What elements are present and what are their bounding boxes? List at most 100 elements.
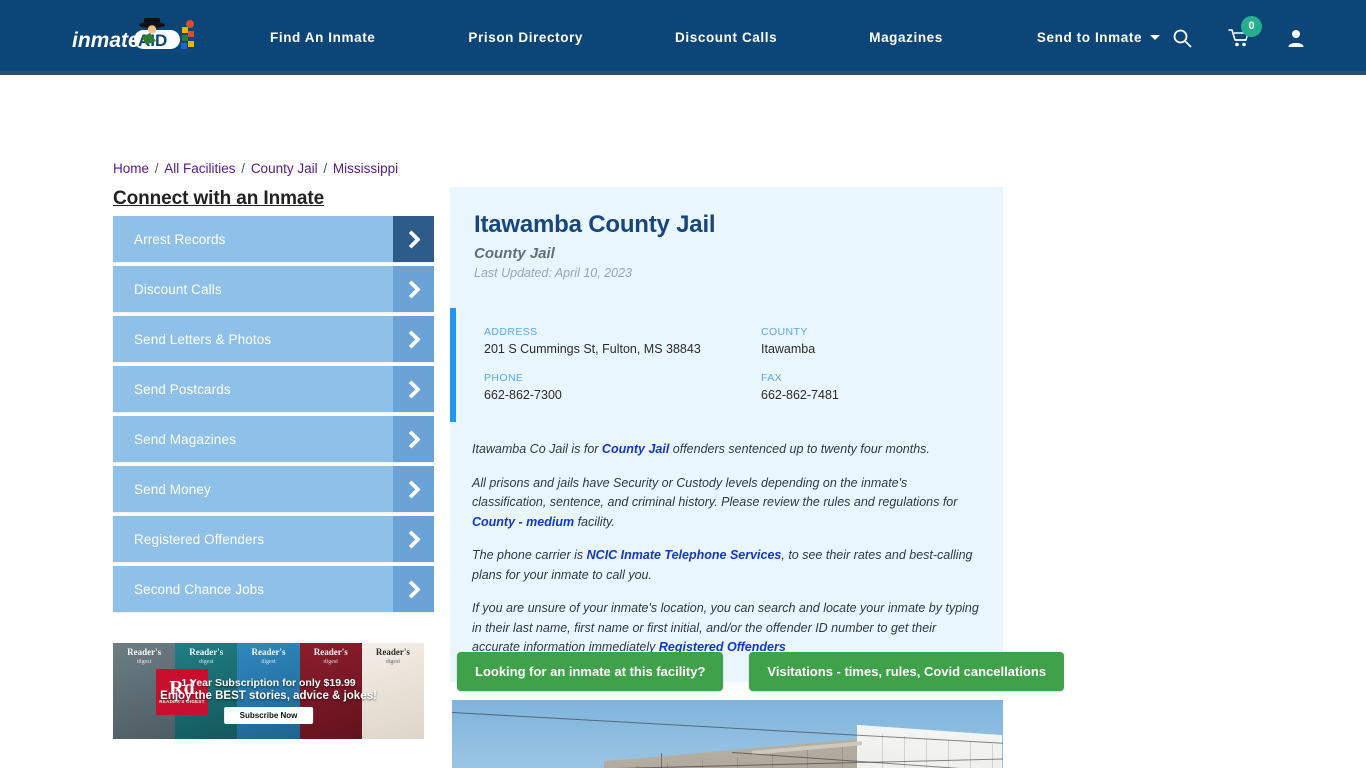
paragraph: All prisons and jails have Security or C… [472,475,958,529]
info-value: 201 S Cummings St, Fulton, MS 38843 [484,342,701,356]
info-label: COUNTY [761,326,808,338]
nav-item-prison-directory[interactable]: Prison Directory [446,30,605,45]
ad-cover-subtitle: digest [323,659,338,665]
inline-link[interactable]: County - medium [472,515,574,529]
breadcrumb-item-county-jail[interactable]: County Jail [251,161,318,176]
inmateaid-mascot-logo-icon: inmate AID [72,18,194,52]
facility-header: Itawamba County Jail County Jail Last Up… [450,187,1003,284]
ad-subheadline: Enjoy the BEST stories, advice & jokes! [160,690,377,702]
sidebar-item-label: Second Chance Jobs [134,581,265,597]
ad-cover-title: Reader's [251,647,286,657]
facility-type: County Jail [474,245,555,262]
account-button[interactable] [1286,28,1306,48]
photo-wall-panels [452,700,1003,768]
sidebar-item-label: Send Letters & Photos [134,331,272,347]
cart-button[interactable]: 0 [1228,15,1262,48]
facility-info-box: ADDRESS 201 S Cummings St, Fulton, MS 38… [450,308,979,422]
info-value: 662-862-7481 [761,388,839,402]
facility-description: Itawamba Co Jail is for County Jail offe… [450,422,1003,682]
site-header: inmate AID Find An Inmate Prison Directo… [0,0,1366,75]
sidebar-item-label: Arrest Records [134,231,226,247]
sidebar-item-label: Registered Offenders [134,531,265,547]
info-value: Itawamba [761,342,816,356]
ad-cover-title: Reader's [375,647,410,657]
facility-card: Itawamba County Jail County Jail Last Up… [450,187,1003,682]
chevron-down-icon [1150,35,1161,40]
ad-cover-subtitle: digest [261,659,276,665]
last-updated: Last Updated: April 10, 2023 [474,266,632,280]
page-title: Itawamba County Jail [474,211,716,238]
sidebar-item-label: Send Money [134,481,211,497]
sidebar-item-registered-offenders[interactable]: Registered Offenders [113,516,434,562]
nav-label: Magazines [869,30,943,45]
info-label: ADDRESS [484,326,538,338]
info-cell-phone: PHONE 662-862-7300 [484,372,761,402]
sidebar-item-second-chance-jobs[interactable]: Second Chance Jobs [113,566,434,612]
ad-cover-title: Reader's [189,647,224,657]
paragraph: If you are unsure of your inmate's locat… [472,601,979,654]
info-label: FAX [761,372,783,384]
sidebar-item-send-money[interactable]: Send Money [113,466,434,512]
info-cell-fax: FAX 662-862-7481 [761,372,979,402]
nav-label: Find An Inmate [270,30,376,45]
ad-subscribe-button[interactable]: Subscribe Now [223,707,314,724]
nav-item-find-an-inmate[interactable]: Find An Inmate [250,30,397,45]
breadcrumb-separator: / [319,161,331,176]
ad-cover-title: Reader's [313,647,348,657]
main-navigation: Find An Inmate Prison Directory Discount… [250,0,1182,75]
sidebar-item-send-postcards[interactable]: Send Postcards [113,366,434,412]
sidebar-item-send-letters-photos[interactable]: Send Letters & Photos [113,316,434,362]
chevron-right-icon [393,516,434,562]
nav-label: Send to Inmate [1036,30,1143,45]
info-cell-county: COUNTY Itawamba [761,326,979,356]
search-icon [1173,29,1192,47]
inline-link[interactable]: County Jail [602,442,669,456]
chevron-right-icon [393,466,434,512]
breadcrumb-item-home[interactable]: Home [113,161,149,176]
ad-cover-subtitle: digest [136,659,152,665]
chevron-right-icon [393,366,434,412]
sidebar-menu: Arrest Records Discount Calls Send Lette… [113,216,434,616]
nav-item-magazines[interactable]: Magazines [847,30,965,45]
inline-link[interactable]: NCIC Inmate Telephone Services [587,548,782,562]
sidebar-item-label: Discount Calls [134,281,222,297]
ad-headline: 1 Year Subscription for only $19.99 [181,677,356,689]
ad-cover-subtitle: digest [199,659,214,665]
ad-cover-title: Reader's [127,647,162,657]
info-label: PHONE [484,372,524,384]
looking-for-inmate-button[interactable]: Looking for an inmate at this facility? [457,652,724,691]
chevron-right-icon [393,566,434,612]
user-account-icon [1288,29,1304,47]
sidebar-title: Connect with an Inmate [113,188,325,209]
nav-item-send-to-inmate[interactable]: Send to Inmate [1015,30,1182,45]
cart-count-badge: 0 [1241,15,1262,37]
visitations-button[interactable]: Visitations - times, rules, Covid cancel… [749,652,1065,691]
search-button[interactable] [1172,28,1192,48]
breadcrumb-item-all-facilities[interactable]: All Facilities [164,161,235,176]
sidebar-item-label: Send Magazines [134,431,236,447]
ad-cover-subtitle: digest [385,659,401,665]
chevron-right-icon [393,416,434,462]
paragraph: Itawamba Co Jail is for County Jail offe… [472,442,930,456]
sidebar-item-discount-calls[interactable]: Discount Calls [113,266,434,312]
sidebar-item-label: Send Postcards [134,381,231,397]
chevron-right-icon [393,266,434,312]
breadcrumb-item-mississippi[interactable]: Mississippi [333,161,398,176]
breadcrumb-separator: / [151,161,163,176]
sidebar-ad-banner[interactable]: Reader's digest Reader's digest Reader's… [113,643,424,739]
header-icon-group: 0 [1172,0,1306,75]
chevron-right-icon [393,316,434,362]
sidebar-item-send-magazines[interactable]: Send Magazines [113,416,434,462]
chevron-right-icon [393,216,434,262]
facility-photo[interactable] [452,700,1003,768]
action-buttons: Looking for an inmate at this facility? … [457,652,1065,691]
svg-text:inmate: inmate [72,29,140,52]
nav-label: Prison Directory [468,30,584,45]
site-logo[interactable]: inmate AID [72,16,197,60]
sidebar-item-arrest-records[interactable]: Arrest Records [113,216,434,262]
breadcrumb-separator: / [237,161,249,176]
nav-item-discount-calls[interactable]: Discount Calls [653,30,799,45]
info-value: 662-862-7300 [484,388,562,402]
paragraph: The phone carrier is NCIC Inmate Telepho… [472,548,973,582]
breadcrumb: Home / All Facilities / County Jail / Mi… [113,161,398,176]
